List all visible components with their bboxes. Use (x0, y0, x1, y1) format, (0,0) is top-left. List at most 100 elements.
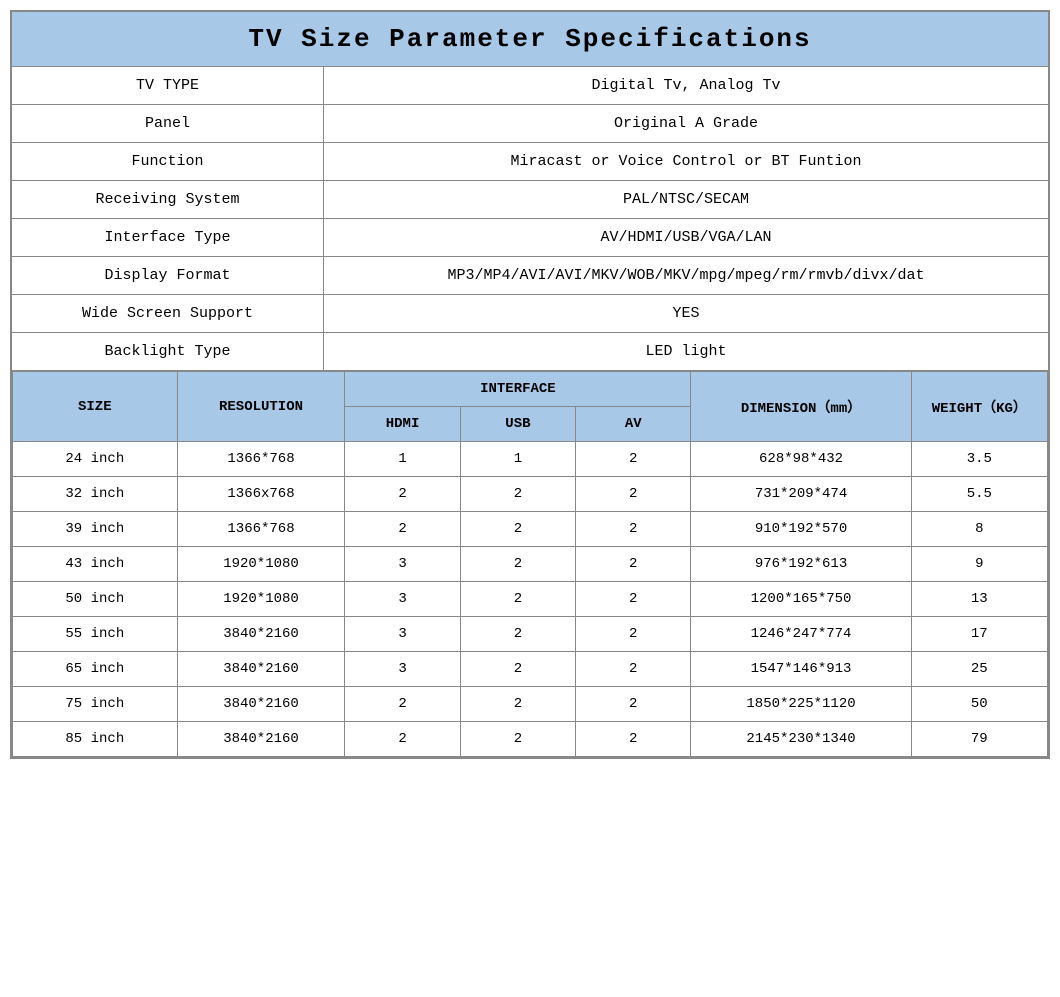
size-data-row-5: 55 inch 3840*2160 3 2 2 1246*247*774 17 (13, 617, 1048, 652)
usb-cell-2: 2 (460, 512, 575, 547)
title-row: TV Size Parameter Specifications (11, 11, 1049, 67)
dimension-cell-1: 731*209*474 (691, 477, 911, 512)
weight-cell-5: 17 (911, 617, 1047, 652)
resolution-cell-0: 1366*768 (177, 442, 345, 477)
resolution-cell-2: 1366*768 (177, 512, 345, 547)
spec-value-3: PAL/NTSC/SECAM (324, 181, 1049, 219)
weight-cell-2: 8 (911, 512, 1047, 547)
size-cell-3: 43 inch (13, 547, 178, 582)
spec-label-0: TV TYPE (11, 67, 324, 105)
spec-row-6: Wide Screen Support YES (11, 295, 1049, 333)
dimension-cell-7: 1850*225*1120 (691, 687, 911, 722)
hdmi-cell-6: 3 (345, 652, 460, 687)
spec-value-5: MP3/MP4/AVI/AVI/MKV/WOB/MKV/mpg/mpeg/rm/… (324, 257, 1049, 295)
size-data-row-6: 65 inch 3840*2160 3 2 2 1547*146*913 25 (13, 652, 1048, 687)
spec-value-7: LED light (324, 333, 1049, 371)
spec-value-6: YES (324, 295, 1049, 333)
size-data-row-1: 32 inch 1366x768 2 2 2 731*209*474 5.5 (13, 477, 1048, 512)
size-data-row-4: 50 inch 1920*1080 3 2 2 1200*165*750 13 (13, 582, 1048, 617)
col-interface-header: INTERFACE (345, 372, 691, 407)
size-data-row-8: 85 inch 3840*2160 2 2 2 2145*230*1340 79 (13, 722, 1048, 757)
dimension-cell-6: 1547*146*913 (691, 652, 911, 687)
col-usb-header: USB (460, 407, 575, 442)
weight-cell-8: 79 (911, 722, 1047, 757)
hdmi-cell-8: 2 (345, 722, 460, 757)
usb-cell-3: 2 (460, 547, 575, 582)
weight-cell-3: 9 (911, 547, 1047, 582)
resolution-cell-8: 3840*2160 (177, 722, 345, 757)
size-cell-0: 24 inch (13, 442, 178, 477)
av-cell-4: 2 (576, 582, 691, 617)
col-av-header: AV (576, 407, 691, 442)
page-wrapper: TV Size Parameter Specifications TV TYPE… (0, 0, 1060, 769)
spec-value-2: Miracast or Voice Control or BT Funtion (324, 143, 1049, 181)
size-table-row: SIZE RESOLUTION INTERFACE DIMENSION（mm） … (11, 371, 1049, 759)
size-cell-5: 55 inch (13, 617, 178, 652)
spec-value-4: AV/HDMI/USB/VGA/LAN (324, 219, 1049, 257)
weight-cell-4: 13 (911, 582, 1047, 617)
av-cell-7: 2 (576, 687, 691, 722)
hdmi-cell-4: 3 (345, 582, 460, 617)
size-data-row-0: 24 inch 1366*768 1 1 2 628*98*432 3.5 (13, 442, 1048, 477)
hdmi-cell-0: 1 (345, 442, 460, 477)
spec-row-2: Function Miracast or Voice Control or BT… (11, 143, 1049, 181)
dimension-cell-8: 2145*230*1340 (691, 722, 911, 757)
col-weight-header: WEIGHT（KG） (911, 372, 1047, 442)
av-cell-5: 2 (576, 617, 691, 652)
spec-label-7: Backlight Type (11, 333, 324, 371)
resolution-cell-3: 1920*1080 (177, 547, 345, 582)
spec-row-0: TV TYPE Digital Tv, Analog Tv (11, 67, 1049, 105)
size-cell-6: 65 inch (13, 652, 178, 687)
spec-row-1: Panel Original A Grade (11, 105, 1049, 143)
spec-label-3: Receiving System (11, 181, 324, 219)
hdmi-cell-5: 3 (345, 617, 460, 652)
weight-cell-1: 5.5 (911, 477, 1047, 512)
page-title: TV Size Parameter Specifications (11, 11, 1049, 67)
col-resolution-header: RESOLUTION (177, 372, 345, 442)
col-hdmi-header: HDMI (345, 407, 460, 442)
resolution-cell-1: 1366x768 (177, 477, 345, 512)
spec-label-6: Wide Screen Support (11, 295, 324, 333)
size-cell-1: 32 inch (13, 477, 178, 512)
size-cell-2: 39 inch (13, 512, 178, 547)
col-size-header: SIZE (13, 372, 178, 442)
av-cell-6: 2 (576, 652, 691, 687)
spec-label-1: Panel (11, 105, 324, 143)
dimension-cell-0: 628*98*432 (691, 442, 911, 477)
size-data-row-7: 75 inch 3840*2160 2 2 2 1850*225*1120 50 (13, 687, 1048, 722)
size-cell-8: 85 inch (13, 722, 178, 757)
hdmi-cell-3: 3 (345, 547, 460, 582)
spec-row-4: Interface Type AV/HDMI/USB/VGA/LAN (11, 219, 1049, 257)
size-data-row-2: 39 inch 1366*768 2 2 2 910*192*570 8 (13, 512, 1048, 547)
usb-cell-0: 1 (460, 442, 575, 477)
usb-cell-8: 2 (460, 722, 575, 757)
av-cell-0: 2 (576, 442, 691, 477)
av-cell-3: 2 (576, 547, 691, 582)
size-data-row-3: 43 inch 1920*1080 3 2 2 976*192*613 9 (13, 547, 1048, 582)
resolution-cell-7: 3840*2160 (177, 687, 345, 722)
hdmi-cell-7: 2 (345, 687, 460, 722)
usb-cell-6: 2 (460, 652, 575, 687)
av-cell-8: 2 (576, 722, 691, 757)
col-dimension-header: DIMENSION（mm） (691, 372, 911, 442)
spec-label-5: Display Format (11, 257, 324, 295)
hdmi-cell-1: 2 (345, 477, 460, 512)
size-cell-4: 50 inch (13, 582, 178, 617)
usb-cell-5: 2 (460, 617, 575, 652)
weight-cell-0: 3.5 (911, 442, 1047, 477)
spec-value-0: Digital Tv, Analog Tv (324, 67, 1049, 105)
usb-cell-1: 2 (460, 477, 575, 512)
dimension-cell-2: 910*192*570 (691, 512, 911, 547)
spec-row-7: Backlight Type LED light (11, 333, 1049, 371)
av-cell-1: 2 (576, 477, 691, 512)
size-table-container: SIZE RESOLUTION INTERFACE DIMENSION（mm） … (11, 371, 1049, 759)
hdmi-cell-2: 2 (345, 512, 460, 547)
dimension-cell-5: 1246*247*774 (691, 617, 911, 652)
weight-cell-7: 50 (911, 687, 1047, 722)
spec-value-1: Original A Grade (324, 105, 1049, 143)
spec-row-5: Display Format MP3/MP4/AVI/AVI/MKV/WOB/M… (11, 257, 1049, 295)
usb-cell-4: 2 (460, 582, 575, 617)
size-header-row1: SIZE RESOLUTION INTERFACE DIMENSION（mm） … (13, 372, 1048, 407)
main-table: TV Size Parameter Specifications TV TYPE… (10, 10, 1050, 759)
resolution-cell-6: 3840*2160 (177, 652, 345, 687)
